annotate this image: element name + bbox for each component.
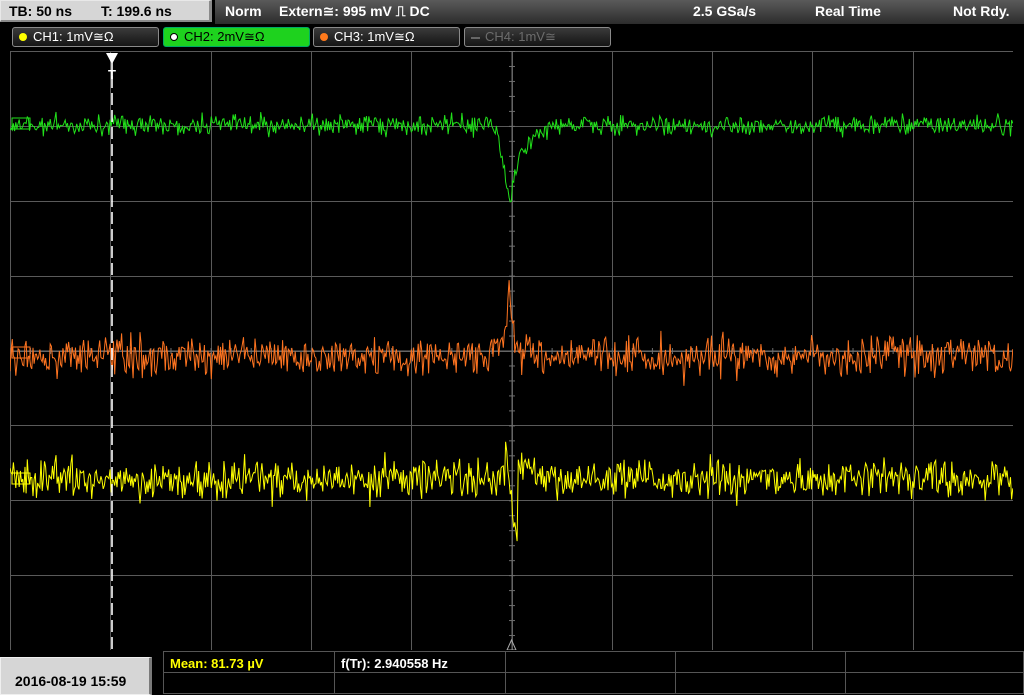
measurement-cell-empty-4[interactable]: [163, 672, 335, 694]
channel-3-label: CH3: 1mV≅Ω: [334, 29, 415, 44]
acquisition-mode: Real Time: [815, 3, 881, 19]
trigger-time-label: T: 199.6 ns: [101, 3, 172, 19]
trigger-position-arrow-icon[interactable]: [106, 53, 118, 64]
channel-1-dot-icon: [19, 33, 27, 41]
channel-4-button[interactable]: CH4: 1mV≅: [464, 27, 611, 47]
timebase-label: TB: 50 ns: [9, 3, 73, 19]
measurement-cell-empty-1[interactable]: [505, 651, 676, 673]
ch2-trace: [9, 111, 1014, 203]
measurement-cell-empty-6[interactable]: [505, 672, 676, 694]
waveform-display[interactable]: T: [9, 51, 1014, 651]
channel-2-label: CH2: 2mV≅Ω: [184, 29, 265, 44]
measurement-cell-empty-2[interactable]: [675, 651, 846, 673]
channel-3-button[interactable]: CH3: 1mV≅Ω: [313, 27, 460, 47]
measurement-cell-mean[interactable]: Mean: 81.73 µV: [163, 651, 335, 673]
status-bar[interactable]: Norm Extern≅: 995 mV ⎍ DC 2.5 GSa/s Real…: [215, 0, 1024, 25]
date-time-box: 2016-08-19 15:59: [0, 657, 152, 695]
trigger-mode: Norm: [225, 3, 262, 19]
mean-measurement: Mean: 81.73 µV: [170, 656, 264, 671]
timebase-box[interactable]: TB: 50 ns T: 199.6 ns: [0, 0, 212, 22]
channel-1-label: CH1: 1mV≅Ω: [33, 29, 114, 44]
measurement-cell-empty-8[interactable]: [845, 672, 1024, 694]
channel-4-label: CH4: 1mV≅: [485, 29, 556, 44]
date-time: 2016-08-19 15:59: [15, 673, 127, 689]
measurement-cell-empty-7[interactable]: [675, 672, 846, 694]
channel-2-button[interactable]: CH2: 2mV≅Ω: [163, 27, 310, 47]
traces: [9, 111, 1014, 542]
channel-3-dot-icon: [320, 33, 328, 41]
measurement-cell-freq[interactable]: f(Tr): 2.940558 Hz: [334, 651, 506, 673]
measurement-panel[interactable]: Mean: 81.73 µV f(Tr): 2.940558 Hz: [163, 651, 1024, 695]
measurement-cell-empty-3[interactable]: [845, 651, 1024, 673]
waveform-canvas: T: [9, 51, 1014, 651]
acquisition-state: Not Rdy.: [953, 3, 1010, 19]
channel-4-dot-icon: [471, 37, 480, 39]
measurement-cell-empty-5[interactable]: [334, 672, 506, 694]
frequency-measurement: f(Tr): 2.940558 Hz: [341, 656, 448, 671]
ch1-trace: [9, 441, 1014, 542]
trigger-marker-label: T: [108, 67, 116, 82]
ch3-trace: [9, 280, 1014, 386]
channel-1-button[interactable]: CH1: 1mV≅Ω: [12, 27, 159, 47]
sample-rate: 2.5 GSa/s: [693, 3, 757, 19]
channel-bar: CH1: 1mV≅Ω CH2: 2mV≅Ω CH3: 1mV≅Ω CH4: 1m…: [0, 26, 1024, 48]
trigger-source: Extern≅: 995 mV ⎍ DC: [279, 3, 430, 19]
channel-2-dot-icon: [170, 33, 178, 41]
top-bar: TB: 50 ns T: 199.6 ns Norm Extern≅: 995 …: [0, 0, 1024, 25]
